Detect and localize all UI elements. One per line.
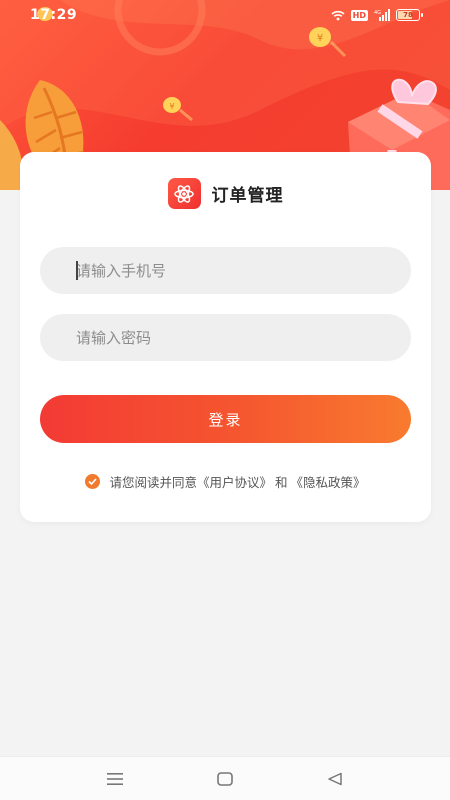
back-button[interactable] [315,759,355,799]
svg-text:¥: ¥ [317,33,323,44]
battery-text: 78 [403,11,413,19]
status-bar: 17:29 HD 4G 78 [0,0,450,30]
signal-label: 4G [374,10,381,16]
status-icons: HD 4G 78 [331,9,423,21]
phone-input[interactable] [76,261,411,280]
phone-field[interactable] [40,247,411,294]
user-agreement-link[interactable]: 《用户协议》 [197,472,272,491]
menu-button[interactable] [95,759,135,799]
password-input[interactable] [76,328,411,347]
back-icon [328,772,342,785]
agreement-prefix: 请您阅读并同意 [109,475,197,490]
signal-icon: 4G [374,9,390,21]
login-button[interactable]: 登录 [40,395,411,443]
agreement-conjunction: 和 [275,475,288,490]
wifi-icon [331,10,345,20]
status-time: 17:29 [30,7,78,23]
password-field[interactable] [40,314,411,361]
agreement-checkbox[interactable] [85,474,101,489]
login-card: 订单管理 登录 请您阅读并同意 《用户协议》 和 《隐私政策》 [20,152,431,522]
text-cursor [76,261,78,280]
atom-icon [167,178,201,209]
svg-text:¥: ¥ [169,102,174,111]
home-icon [217,771,233,786]
app-title: 订单管理 [211,186,284,206]
brand-header: 订单管理 [20,178,431,209]
home-button[interactable] [205,759,245,799]
hd-badge: HD [350,9,368,21]
battery-icon: 78 [396,9,423,21]
menu-icon [107,772,123,785]
system-nav-bar [0,756,450,800]
agreement-text: 请您阅读并同意 《用户协议》 和 《隐私政策》 [109,472,365,491]
agreement-row: 请您阅读并同意 《用户协议》 和 《隐私政策》 [20,472,431,491]
privacy-policy-link[interactable]: 《隐私政策》 [291,472,366,491]
check-icon [88,478,98,485]
